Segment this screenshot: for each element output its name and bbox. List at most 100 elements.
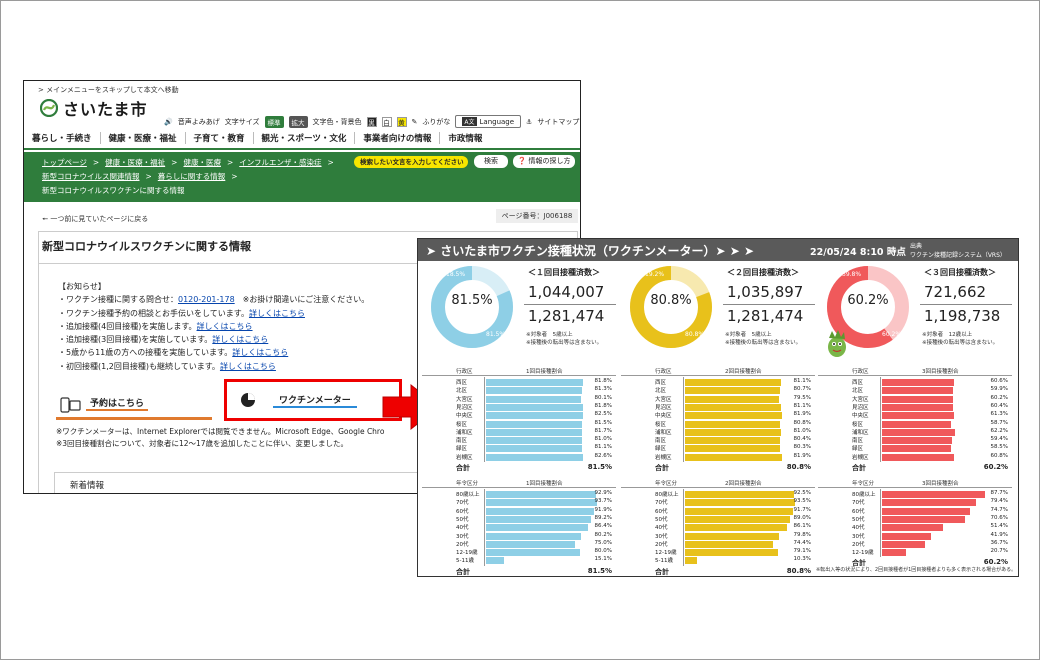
row-label: 12-19歳 — [852, 550, 874, 557]
row-label: 50代 — [655, 516, 668, 523]
table-row: 40代 51.4% — [818, 523, 1012, 532]
bar-value: 60.8% — [990, 452, 1008, 459]
notice-text: ・ワクチン接種に関する問合せ： — [58, 295, 178, 305]
bar-value: 92.5% — [793, 490, 811, 496]
bar — [882, 499, 976, 507]
nav-item-education[interactable]: 子育て・教育 — [186, 132, 254, 144]
site-logo-text: さいたま市 — [63, 100, 148, 119]
how-to-find-button[interactable]: ❓ 情報の探し方 — [513, 155, 575, 168]
row-label: 30代 — [456, 533, 469, 540]
news-title: 新着情報 — [70, 481, 105, 491]
help-label: 情報の探し方 — [528, 157, 571, 165]
bar — [882, 453, 954, 461]
breadcrumb-link-top[interactable]: トップページ — [42, 158, 87, 167]
details-link[interactable]: 詳しくはこちら — [212, 335, 268, 344]
table-row: 12-19歳 20.7% — [818, 548, 1012, 557]
skip-link[interactable]: > メインメニューをスキップして本文へ移動 — [38, 85, 179, 95]
breadcrumb-link-life[interactable]: 暮らしに関する情報 — [158, 172, 226, 181]
nav-item-culture[interactable]: 観光・スポーツ・文化 — [254, 132, 356, 144]
bar-value: 79.8% — [793, 531, 811, 538]
back-link[interactable]: 🠔 一つ前に見ていたページに戻る — [42, 214, 148, 226]
table-total-row: 合計 60.2% — [818, 462, 1012, 472]
table-header: 行政区 3回目接種割合 — [818, 366, 1012, 376]
bar-value: 86.4% — [594, 523, 612, 530]
search-input[interactable]: 検索したい文言を入力してください — [354, 156, 468, 168]
text-size-standard-button[interactable]: 標準 — [264, 115, 284, 128]
sitemap-link[interactable]: サイトマップ — [537, 117, 579, 127]
breadcrumb-link-infection[interactable]: インフルエンザ・感染症 — [239, 158, 321, 167]
bar — [685, 507, 794, 515]
dose-count-value: 721,662 — [924, 283, 987, 301]
table-col-label: 行政区 — [655, 369, 672, 375]
text-size-large-button[interactable]: 拡大 — [288, 115, 308, 128]
breadcrumb-link-covid[interactable]: 新型コロナウイルス関連情報 — [42, 172, 140, 181]
color-label: 文字色・背景色 — [312, 117, 362, 126]
row-label: 見沼区 — [852, 404, 869, 411]
city-logo-icon — [40, 99, 58, 117]
vaccine-meter-button[interactable]: ワクチンメーター — [224, 379, 402, 421]
details-link[interactable]: 詳しくはこちら — [197, 322, 253, 331]
bar — [486, 395, 581, 403]
bar — [882, 491, 986, 498]
bar-value: 79.1% — [793, 548, 811, 555]
table-row: 12-19歳 79.1% — [621, 548, 815, 557]
table-row: 西区 60.6% — [818, 378, 1012, 386]
donut-small-label-done: 80.8% — [685, 331, 705, 338]
row-label: 80歳以上 — [456, 492, 480, 498]
nav-item-health[interactable]: 健康・医療・福祉 — [101, 132, 186, 144]
nav-item-city[interactable]: 市政情報 — [440, 132, 490, 144]
bar-value: 81.7% — [594, 427, 612, 434]
breadcrumb-link-medical[interactable]: 健康・医療 — [183, 158, 221, 167]
dashboard-header: ➤ さいたま市ワクチン接種状況（ワクチンメーター）➤ ➤ ➤ 22/05/24 … — [418, 239, 1018, 261]
furigana-link[interactable]: ふりがな — [422, 117, 450, 127]
details-link[interactable]: 詳しくはこちら — [220, 362, 276, 371]
row-label: 北区 — [852, 388, 864, 395]
row-label: 緑区 — [852, 446, 864, 453]
breadcrumb-link-health[interactable]: 健康・医療・福祉 — [105, 158, 165, 167]
bar-value: 81.0% — [594, 436, 612, 443]
row-label: 緑区 — [655, 446, 667, 453]
nav-item-living[interactable]: 暮らし・手続き — [24, 132, 101, 144]
bar — [486, 437, 582, 445]
row-label: 30代 — [852, 533, 865, 540]
bar-value: 80.0% — [594, 548, 612, 555]
total-value: 80.8% — [786, 566, 811, 575]
color-yellow-button[interactable]: 黄 — [396, 116, 407, 127]
row-label: 12-19歳 — [655, 550, 677, 557]
color-black-button[interactable]: 黒 — [366, 116, 377, 127]
details-link[interactable]: 詳しくはこちら — [232, 348, 288, 357]
dashboard-date: 22/05/24 8:10 時点 — [810, 247, 906, 258]
bar-value: 74.7% — [990, 506, 1008, 513]
bar-value: 80.3% — [793, 444, 811, 451]
total-label: 合計 — [655, 567, 669, 576]
color-white-button[interactable]: 白 — [381, 116, 392, 127]
site-logo[interactable]: さいたま市 — [40, 96, 148, 120]
table-row: 5-11歳 15.1% — [422, 556, 616, 565]
row-label: 5-11歳 — [655, 558, 673, 565]
table-col-label: 年令区分 — [852, 481, 875, 487]
voice-reader-link[interactable]: 音声よみあげ — [178, 117, 220, 127]
pie-chart-icon — [241, 393, 255, 407]
phone-link[interactable]: 0120-201-178 — [178, 295, 235, 304]
language-button[interactable]: A文 Language — [455, 115, 522, 128]
reservation-button[interactable]: 予約はこちら — [56, 390, 212, 420]
row-label: 60代 — [852, 508, 865, 515]
details-link[interactable]: 詳しくはこちら — [249, 309, 305, 318]
table-row: 12-19歳 80.0% — [422, 548, 616, 557]
notice-item: ・追加接種(4回目接種)を実施します。詳しくはこちら — [58, 320, 369, 333]
bar — [486, 445, 582, 453]
table-row: 北区 80.7% — [621, 386, 815, 395]
bar — [486, 387, 582, 395]
search-button[interactable]: 検索 — [474, 155, 508, 168]
help-icon: ❓ — [517, 157, 527, 165]
notice-after: ※お掛け間違いにご注意ください。 — [234, 295, 370, 305]
bar-value: 10.3% — [793, 556, 811, 563]
nav-item-business[interactable]: 事業者向けの情報 — [355, 132, 441, 144]
bar-value: 62.2% — [990, 427, 1008, 434]
page-title: 新型コロナウイルスワクチンに関する情報 — [42, 240, 251, 253]
table-row: 桜区 81.5% — [422, 420, 616, 428]
note-moveout: ※接種後の転出等は含まない。 — [725, 340, 802, 346]
row-label: 20代 — [655, 541, 668, 548]
table-chart-title: 1回目接種割合 — [526, 369, 563, 375]
bar — [486, 557, 504, 565]
